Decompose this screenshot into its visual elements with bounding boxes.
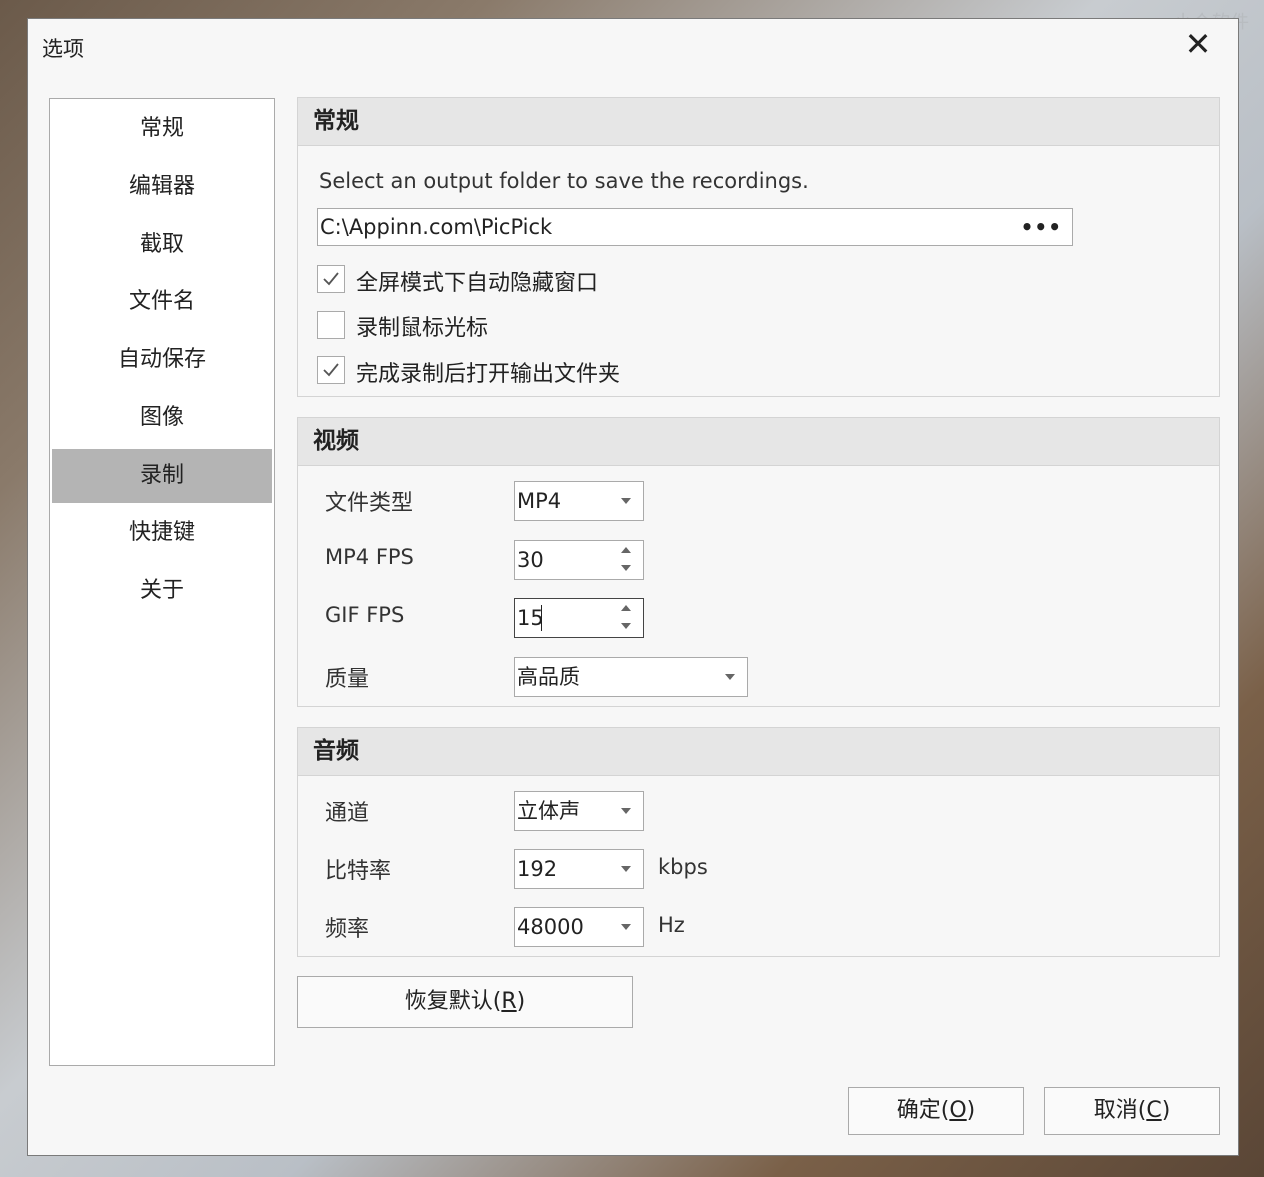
audio-section: 音频 通道 立体声 比特率 192 kbps 频率 48000 Hz xyxy=(297,727,1220,957)
cancel-accesskey: C xyxy=(1146,1098,1162,1123)
options-nav: 常规 编辑器 截取 文件名 自动保存 图像 录制 快捷键 关于 xyxy=(49,98,275,1066)
checkbox-autohide-label: 全屏模式下自动隐藏窗口 xyxy=(356,271,599,296)
dialog-title: 选项 xyxy=(42,37,84,61)
mp4-fps-label: MP4 FPS xyxy=(325,545,414,569)
general-section-header: 常规 xyxy=(298,98,1219,146)
checkmark-icon xyxy=(323,272,339,286)
spin-down-icon[interactable] xyxy=(621,565,631,571)
output-folder-path: C:\Appinn.com\PicPick xyxy=(320,215,553,239)
chevron-down-icon xyxy=(621,498,631,504)
checkmark-icon xyxy=(323,363,339,377)
options-dialog: 选项 ✕ 常规 编辑器 截取 文件名 自动保存 图像 录制 快捷键 关于 常规 … xyxy=(27,18,1239,1156)
restore-defaults-label: 恢复默认 xyxy=(404,989,493,1014)
general-section: 常规 Select an output folder to save the r… xyxy=(297,97,1220,397)
gif-fps-value: 15 xyxy=(517,606,544,630)
mp4-fps-value: 30 xyxy=(517,548,544,572)
text-caret xyxy=(541,605,542,631)
cancel-label: 取消 xyxy=(1093,1098,1138,1123)
bitrate-select[interactable]: 192 xyxy=(514,849,644,889)
audio-section-header: 音频 xyxy=(298,728,1219,776)
nav-item-hotkeys[interactable]: 快捷键 xyxy=(52,506,272,560)
mp4-fps-stepper[interactable]: 30 xyxy=(514,540,644,580)
bitrate-value: 192 xyxy=(517,857,558,881)
channel-label: 通道 xyxy=(325,801,370,826)
nav-item-image[interactable]: 图像 xyxy=(52,391,272,445)
file-type-label: 文件类型 xyxy=(325,491,414,516)
browse-folder-button[interactable]: ••• xyxy=(1021,209,1062,245)
ok-label: 确定 xyxy=(896,1098,941,1123)
checkbox-autohide-fullscreen[interactable] xyxy=(317,265,345,293)
restore-defaults-button[interactable]: 恢复默认(R) xyxy=(297,976,633,1028)
quality-value: 高品质 xyxy=(517,665,580,689)
close-icon[interactable]: ✕ xyxy=(1183,27,1213,61)
nav-item-filename[interactable]: 文件名 xyxy=(52,275,272,329)
bitrate-label: 比特率 xyxy=(325,859,392,884)
quality-select[interactable]: 高品质 xyxy=(514,657,748,697)
quality-label: 质量 xyxy=(325,667,370,692)
file-type-value: MP4 xyxy=(517,489,562,513)
frequency-select[interactable]: 48000 xyxy=(514,907,644,947)
chevron-down-icon xyxy=(621,924,631,930)
checkbox-record-cursor[interactable] xyxy=(317,311,345,339)
restore-defaults-accesskey: R xyxy=(501,989,517,1014)
gif-fps-label: GIF FPS xyxy=(325,603,405,627)
frequency-label: 频率 xyxy=(325,917,370,942)
chevron-down-icon xyxy=(621,808,631,814)
bitrate-unit: kbps xyxy=(658,855,708,879)
output-folder-input[interactable]: C:\Appinn.com\PicPick ••• xyxy=(317,208,1073,246)
spin-down-icon[interactable] xyxy=(621,623,631,629)
video-section-header: 视频 xyxy=(298,418,1219,466)
frequency-unit: Hz xyxy=(658,913,685,937)
video-section: 视频 文件类型 MP4 MP4 FPS 30 GIF FPS 15 质量 高品质 xyxy=(297,417,1220,707)
chevron-down-icon xyxy=(621,866,631,872)
ok-button[interactable]: 确定(O) xyxy=(848,1087,1024,1135)
checkbox-open-folder[interactable] xyxy=(317,356,345,384)
spin-up-icon[interactable] xyxy=(621,605,631,611)
nav-item-recording[interactable]: 录制 xyxy=(52,449,272,503)
frequency-value: 48000 xyxy=(517,915,584,939)
checkbox-record-cursor-label: 录制鼠标光标 xyxy=(356,316,489,341)
cancel-button[interactable]: 取消(C) xyxy=(1044,1087,1220,1135)
checkbox-open-folder-label: 完成录制后打开输出文件夹 xyxy=(356,362,621,387)
chevron-down-icon xyxy=(725,674,735,680)
nav-item-general[interactable]: 常规 xyxy=(52,102,272,156)
gif-fps-stepper[interactable]: 15 xyxy=(514,598,644,638)
file-type-select[interactable]: MP4 xyxy=(514,481,644,521)
channel-select[interactable]: 立体声 xyxy=(514,791,644,831)
nav-item-editor[interactable]: 编辑器 xyxy=(52,160,272,214)
nav-item-autosave[interactable]: 自动保存 xyxy=(52,333,272,387)
output-folder-prompt: Select an output folder to save the reco… xyxy=(319,169,809,193)
nav-item-about[interactable]: 关于 xyxy=(52,564,272,618)
nav-item-capture[interactable]: 截取 xyxy=(52,218,272,272)
ok-accesskey: O xyxy=(949,1098,967,1123)
channel-value: 立体声 xyxy=(517,799,580,823)
spin-up-icon[interactable] xyxy=(621,547,631,553)
